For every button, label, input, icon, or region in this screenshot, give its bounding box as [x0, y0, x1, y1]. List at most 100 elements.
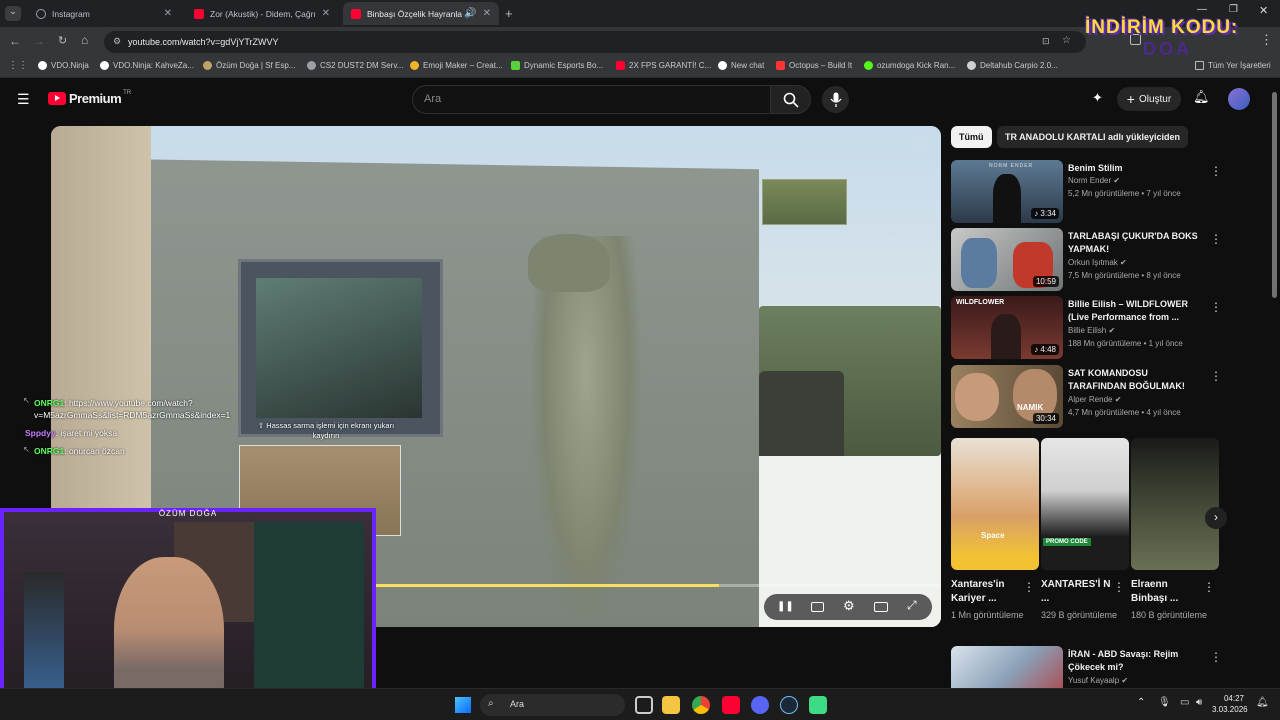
- bookmark-star-icon[interactable]: ☆: [1062, 35, 1071, 46]
- taskbar-search[interactable]: ⌕ Ara: [480, 694, 625, 716]
- channel-name[interactable]: Alper Rende ✔: [1068, 395, 1121, 404]
- url-bar[interactable]: ⚙ youtube.com/watch?v=gdVjYTrZWVY ⊡ ☆: [104, 31, 1086, 53]
- channel-name[interactable]: Yusuf Kayaalp ✔: [1068, 676, 1128, 685]
- more-options-icon[interactable]: ⋮: [1203, 580, 1215, 594]
- subtitles-icon[interactable]: [811, 602, 824, 612]
- hamburger-menu-icon[interactable]: ☰: [17, 91, 30, 108]
- channel-name[interactable]: Billie Eilish ✔: [1068, 326, 1115, 335]
- video-thumbnail[interactable]: [951, 646, 1063, 688]
- shorts-thumbnail[interactable]: Space: [951, 438, 1039, 570]
- more-options-icon[interactable]: ⋮: [1210, 164, 1222, 178]
- bookmark-item[interactable]: VDO.Ninja: [38, 61, 89, 70]
- shorts-item[interactable]: Space Xantares'in Kariyer ... 1 Mn görün…: [951, 438, 1039, 622]
- install-icon[interactable]: ⊡: [1042, 36, 1050, 47]
- more-options-icon[interactable]: ⋮: [1210, 232, 1222, 246]
- video-title[interactable]: Billie Eilish – WILDFLOWER (Live Perform…: [1068, 298, 1206, 324]
- video-title[interactable]: Benim Stilim: [1068, 162, 1206, 175]
- steam-icon[interactable]: [780, 696, 798, 714]
- all-bookmarks[interactable]: Tüm Yer İşaretleri: [1195, 61, 1271, 70]
- menu-icon[interactable]: ⋮: [1260, 32, 1273, 48]
- recommended-video[interactable]: NORM ENDER ♪ 3:34 Benim Stilim Norm Ende…: [951, 160, 1222, 224]
- more-options-icon[interactable]: ⋮: [1023, 580, 1035, 594]
- cast-icon[interactable]: ✦: [1092, 90, 1103, 106]
- bookmark-item[interactable]: Emoji Maker – Creat...: [410, 61, 503, 70]
- channel-name[interactable]: Orkun Işıtmak ✔: [1068, 258, 1127, 267]
- video-title[interactable]: TARLABAŞI ÇUKUR'DA BOKS YAPMAK!: [1068, 230, 1206, 256]
- recommended-video[interactable]: 10:59 TARLABAŞI ÇUKUR'DA BOKS YAPMAK! Or…: [951, 228, 1222, 292]
- forward-icon[interactable]: →: [33, 34, 45, 48]
- task-view-icon[interactable]: [635, 696, 653, 714]
- more-options-icon[interactable]: ⋮: [1113, 580, 1125, 594]
- minimize-button[interactable]: —: [1197, 4, 1207, 15]
- maximize-button[interactable]: ❐: [1229, 4, 1238, 15]
- new-tab-button[interactable]: +: [505, 6, 513, 21]
- video-title[interactable]: SAT KOMANDOSU TARAFINDAN BOĞULMAK! Yaşay…: [1068, 367, 1206, 393]
- bookmark-item[interactable]: 2X FPS GARANTİ! C...: [616, 61, 711, 70]
- windows-start-icon[interactable]: [455, 697, 471, 713]
- clock[interactable]: 04:27 3.03.2026: [1212, 693, 1248, 715]
- speaker-icon[interactable]: 🔊: [464, 8, 476, 19]
- chrome-icon[interactable]: [692, 696, 710, 714]
- info-icon[interactable]: ⓘ: [915, 136, 927, 153]
- shorts-title[interactable]: XANTARES'İ N ...: [1041, 578, 1113, 606]
- close-tab-icon[interactable]: ✕: [483, 8, 491, 19]
- tray-chevron-icon[interactable]: ⌃: [1137, 697, 1145, 708]
- bookmark-item[interactable]: Deltahub Carpio 2.0...: [967, 61, 1058, 70]
- recommended-video[interactable]: WILDFLOWER ♪ 4:48 Billie Eilish – WILDFL…: [951, 296, 1222, 360]
- volume-icon[interactable]: 🔊︎: [1196, 697, 1202, 708]
- close-tab-icon[interactable]: ✕: [322, 8, 330, 19]
- home-icon[interactable]: ⌂: [81, 33, 88, 47]
- app-icon[interactable]: [809, 696, 827, 714]
- video-thumbnail[interactable]: 10:59: [951, 228, 1063, 291]
- theater-mode-icon[interactable]: [874, 602, 888, 612]
- channel-name[interactable]: Norm Ender ✔: [1068, 176, 1120, 185]
- close-window-button[interactable]: ✕: [1259, 4, 1268, 17]
- shorts-next-button[interactable]: ›: [1205, 507, 1227, 529]
- network-icon[interactable]: ▭: [1180, 697, 1189, 708]
- shorts-thumbnail[interactable]: [1131, 438, 1219, 570]
- bookmark-item[interactable]: New chat: [718, 61, 764, 70]
- microphone-tray-icon[interactable]: 🎙︎: [1158, 697, 1171, 708]
- site-info-icon[interactable]: ⚙: [113, 36, 121, 47]
- shorts-item[interactable]: PROMO CODE XANTARES'İ N ... 329 B görünt…: [1041, 438, 1129, 622]
- close-tab-icon[interactable]: ✕: [164, 8, 172, 19]
- shorts-thumbnail[interactable]: PROMO CODE: [1041, 438, 1129, 570]
- filter-chip-uploader[interactable]: TR ANADOLU KARTALI adlı yükleyiciden: [997, 126, 1189, 148]
- tab-instagram[interactable]: Instagram ✕: [28, 2, 180, 25]
- pause-icon[interactable]: ❚❚: [777, 601, 794, 612]
- shorts-title[interactable]: Xantares'in Kariyer ...: [951, 578, 1023, 606]
- reload-icon[interactable]: ↻: [58, 34, 67, 47]
- page-scrollbar[interactable]: [1272, 92, 1277, 298]
- avatar[interactable]: [1228, 88, 1250, 110]
- tab-binbasi[interactable]: Binbaşı Özçelik Hayranları İ 🔊 ✕: [343, 2, 499, 25]
- video-title[interactable]: İRAN - ABD Savaşı: Rejim Çökecek mi?: [1068, 648, 1206, 674]
- bookmark-item[interactable]: VDO.Ninja: KahveZa...: [100, 61, 194, 70]
- notification-center-icon[interactable]: 🔔︎: [1256, 697, 1269, 708]
- search-input[interactable]: Ara: [412, 85, 771, 114]
- tab-search-button[interactable]: ⌄: [5, 6, 21, 21]
- shorts-title[interactable]: Elraenn Binbaşı ...: [1131, 578, 1203, 606]
- settings-icon[interactable]: ⚙: [843, 598, 855, 614]
- bookmark-item[interactable]: Özüm Doğa | Sf Esp...: [203, 61, 295, 70]
- filter-chip-all[interactable]: Tümü: [951, 126, 992, 148]
- youtube-app-icon[interactable]: [722, 696, 740, 714]
- recommended-video[interactable]: İRAN - ABD Savaşı: Rejim Çökecek mi? Yus…: [951, 646, 1221, 688]
- more-options-icon[interactable]: ⋮: [1210, 369, 1222, 383]
- fullscreen-icon[interactable]: ⤢: [907, 598, 917, 613]
- notifications-icon[interactable]: 🔔︎: [1193, 89, 1210, 105]
- apps-icon[interactable]: ⋮⋮: [8, 60, 28, 71]
- discord-icon[interactable]: [751, 696, 769, 714]
- voice-search-button[interactable]: [822, 86, 849, 113]
- file-explorer-icon[interactable]: [662, 696, 680, 714]
- more-options-icon[interactable]: ⋮: [1210, 650, 1221, 664]
- youtube-logo[interactable]: Premium TR: [48, 90, 131, 106]
- bookmark-item[interactable]: Octopus – Build It: [776, 61, 852, 70]
- video-thumbnail[interactable]: NORM ENDER ♪ 3:34: [951, 160, 1063, 223]
- tab-zor-akustik[interactable]: Zor (Akustik) - Didem, Çağrı Er ✕: [186, 2, 338, 25]
- video-thumbnail[interactable]: WILDFLOWER ♪ 4:48: [951, 296, 1063, 359]
- recommended-video[interactable]: NAMIK 30:34 SAT KOMANDOSU TARAFINDAN BOĞ…: [951, 365, 1222, 429]
- create-button[interactable]: + Oluştur: [1117, 87, 1181, 111]
- shorts-item[interactable]: Elraenn Binbaşı ... 180 B görüntüleme ⋮: [1131, 438, 1219, 622]
- bookmark-item[interactable]: ozumdoga Kick Ran...: [864, 61, 955, 70]
- bookmark-item[interactable]: Dynamic Esports Bo...: [511, 61, 603, 70]
